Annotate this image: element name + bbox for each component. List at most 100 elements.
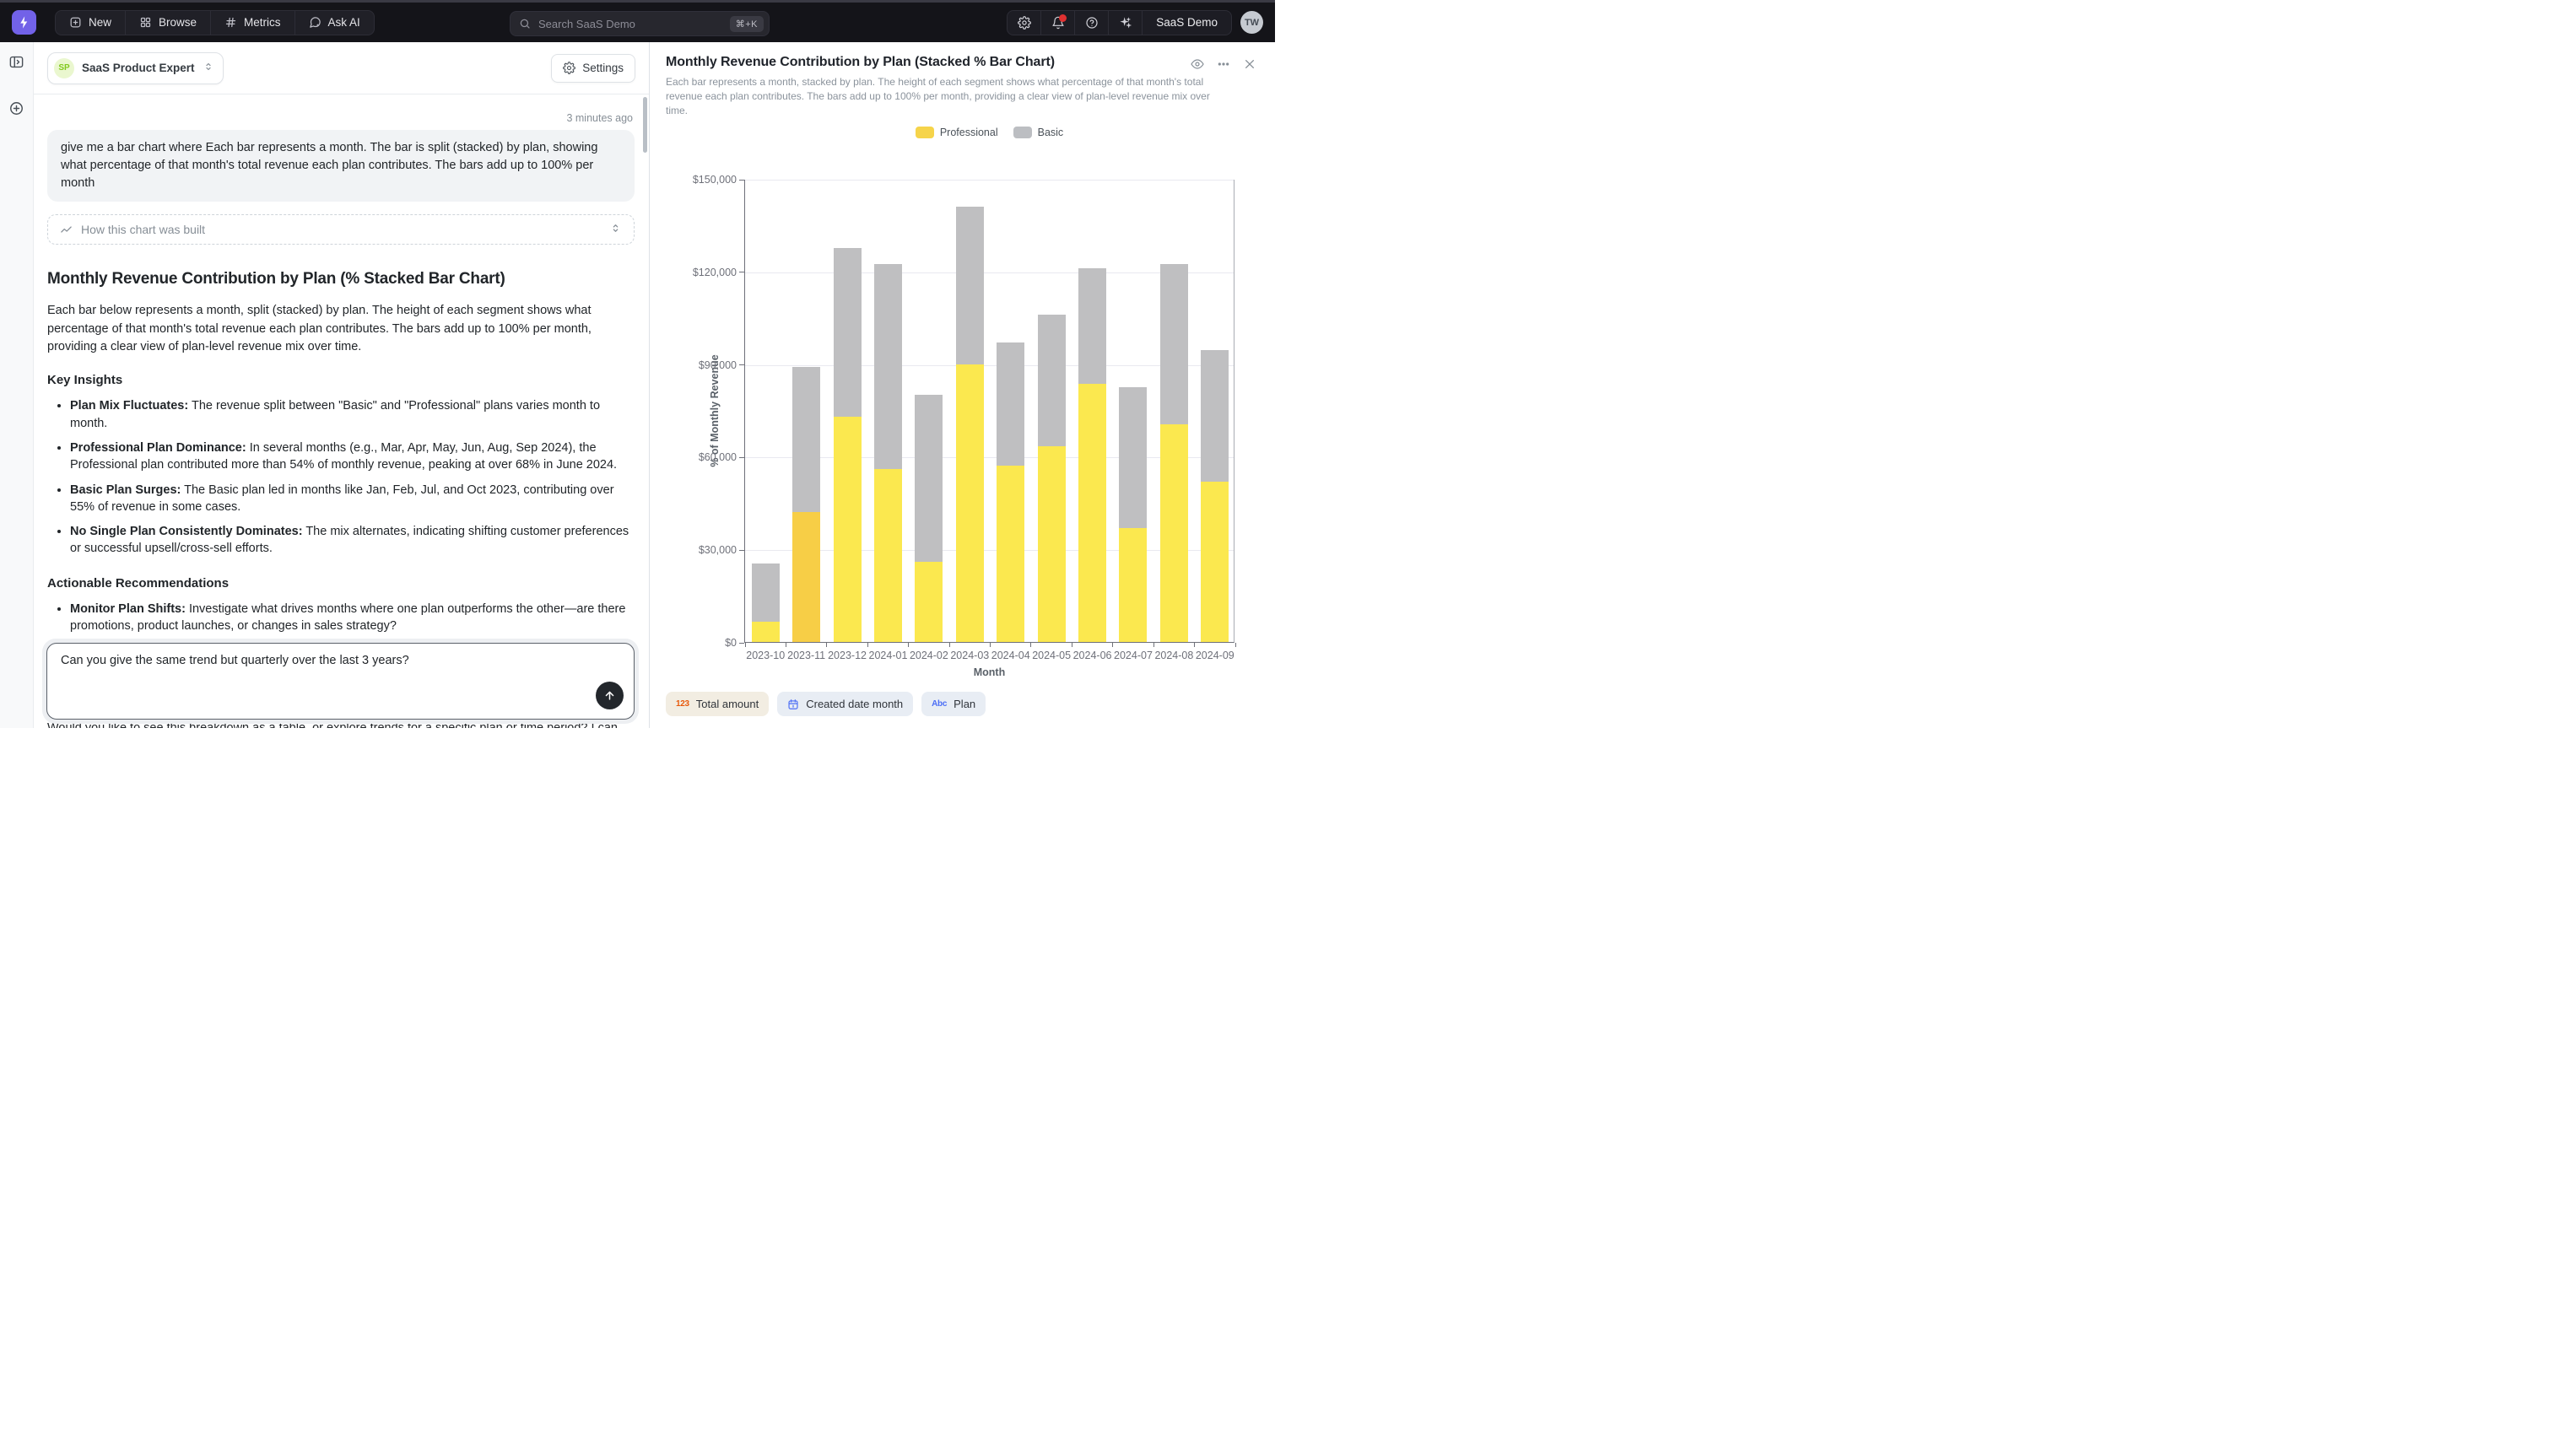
chip-total-amount[interactable]: 123 Total amount	[666, 692, 769, 716]
y-tick-label: $150,000	[669, 173, 737, 186]
more-options-icon[interactable]	[1217, 57, 1230, 71]
search-icon	[519, 18, 531, 30]
nav-button-group: New Browse Metrics Ask AI	[55, 10, 375, 35]
nav-new-button[interactable]: New	[56, 11, 126, 35]
legend-item-professional[interactable]: Professional	[916, 127, 998, 138]
bar-segment-basic[interactable]	[997, 342, 1024, 466]
nav-new-label: New	[89, 16, 111, 29]
bar-segment-professional[interactable]	[834, 417, 862, 642]
bar-segment-professional[interactable]	[1078, 384, 1106, 642]
settings-button[interactable]: Settings	[551, 54, 635, 83]
bar-segment-professional[interactable]	[752, 622, 780, 642]
settings-label: Settings	[582, 62, 624, 74]
bar-segment-professional[interactable]	[956, 364, 984, 642]
bar-2023-12	[834, 180, 862, 642]
bar-segment-basic[interactable]	[874, 264, 902, 469]
new-thread-icon[interactable]	[8, 100, 24, 116]
bar-segment-basic[interactable]	[1201, 350, 1229, 482]
nav-browse-button[interactable]: Browse	[126, 11, 211, 35]
close-icon[interactable]	[1243, 57, 1256, 71]
y-tick-label: $120,000	[669, 266, 737, 279]
y-tick-label: $30,000	[669, 543, 737, 557]
key-insights-list: Plan Mix Fluctuates: The revenue split b…	[47, 397, 635, 557]
chart-plot: 2023-102023-112023-122024-012024-022024-…	[744, 180, 1234, 643]
legend-swatch	[916, 127, 934, 138]
app-logo[interactable]	[12, 10, 36, 35]
answer-bullet: Plan Mix Fluctuates: The revenue split b…	[70, 397, 635, 432]
legend-swatch	[1013, 127, 1032, 138]
bar-segment-professional[interactable]	[874, 469, 902, 642]
bar-2024-02	[915, 180, 943, 642]
chat-scroll-area: 3 minutes ago give me a bar chart where …	[34, 95, 649, 728]
bar-segment-basic[interactable]	[792, 367, 820, 512]
ai-sparkles-button[interactable]	[1109, 11, 1143, 35]
bar-segment-professional[interactable]	[1119, 528, 1147, 642]
y-tick	[739, 643, 744, 644]
bar-segment-professional[interactable]	[997, 466, 1024, 642]
nav-ask-ai-button[interactable]: Ask AI	[295, 11, 374, 35]
agent-avatar: SP	[54, 58, 74, 78]
nav-browse-label: Browse	[159, 16, 197, 29]
user-avatar[interactable]: TW	[1240, 11, 1263, 34]
answer-bullet: No Single Plan Consistently Dominates: T…	[70, 523, 635, 558]
y-tick	[739, 180, 744, 181]
x-tick	[826, 643, 827, 647]
bar-2024-07	[1119, 180, 1147, 642]
help-button[interactable]	[1075, 11, 1109, 35]
text-field-icon: Abc	[932, 699, 947, 709]
answer-intro: Each bar below represents a month, split…	[47, 302, 635, 356]
bar-2024-09	[1201, 180, 1229, 642]
x-tick-label: 2024-09	[1186, 650, 1245, 661]
key-insights-heading: Key Insights	[47, 373, 635, 387]
user-message: give me a bar chart where Each bar repre…	[47, 130, 635, 202]
sidebar-toggle-icon[interactable]	[8, 54, 24, 70]
nav-metrics-label: Metrics	[244, 16, 281, 29]
y-tick	[739, 457, 744, 458]
bar-segment-professional[interactable]	[1201, 482, 1229, 642]
legend-item-basic[interactable]: Basic	[1013, 127, 1064, 138]
main-area: SP SaaS Product Expert Settings 3 minute…	[0, 42, 1275, 728]
eye-icon[interactable]	[1191, 57, 1204, 71]
chart-line-icon	[60, 224, 73, 236]
y-tick-label: $90,000	[669, 359, 737, 372]
bar-segment-basic[interactable]	[1038, 315, 1066, 446]
bar-segment-professional[interactable]	[792, 512, 820, 642]
bar-2024-04	[997, 180, 1024, 642]
chat-scrollbar-thumb[interactable]	[643, 97, 647, 153]
chat-input[interactable]: Can you give the same trend but quarterl…	[46, 643, 635, 720]
search-input[interactable]: Search SaaS Demo ⌘+K	[510, 11, 770, 36]
chart-panel-subtitle: Each bar represents a month, stacked by …	[666, 75, 1223, 118]
bar-segment-professional[interactable]	[915, 562, 943, 642]
bar-segment-professional[interactable]	[1038, 446, 1066, 642]
chevron-up-down-icon	[609, 222, 622, 237]
search-shortcut-badge: ⌘+K	[730, 16, 764, 32]
chip-created-date-month[interactable]: Created date month	[777, 692, 913, 716]
chat-header: SP SaaS Product Expert Settings	[34, 42, 649, 94]
bar-segment-basic[interactable]	[1160, 264, 1188, 424]
chip-plan[interactable]: Abc Plan	[921, 692, 986, 716]
workspace-name[interactable]: SaaS Demo	[1143, 11, 1231, 35]
bar-segment-basic[interactable]	[915, 395, 943, 562]
bar-segment-basic[interactable]	[956, 207, 984, 364]
bar-segment-basic[interactable]	[1078, 268, 1106, 384]
chat-input-wrap: Can you give the same trend but quarterl…	[42, 639, 639, 724]
hash-icon	[224, 16, 237, 29]
arrow-up-icon	[603, 689, 616, 702]
how-chart-built-toggle[interactable]: How this chart was built	[47, 214, 635, 245]
bar-segment-basic[interactable]	[1119, 387, 1147, 528]
notification-dot	[1059, 14, 1067, 22]
settings-gear-button[interactable]	[1008, 11, 1041, 35]
bar-2023-10	[752, 180, 780, 642]
x-axis-title: Month	[744, 666, 1234, 678]
bar-2024-08	[1160, 180, 1188, 642]
agent-selector[interactable]: SP SaaS Product Expert	[47, 52, 224, 84]
x-tick	[867, 643, 868, 647]
bar-segment-basic[interactable]	[752, 564, 780, 623]
bar-segment-basic[interactable]	[834, 248, 862, 416]
notifications-button[interactable]	[1041, 11, 1075, 35]
chevron-up-down-icon	[203, 61, 214, 75]
nav-metrics-button[interactable]: Metrics	[211, 11, 295, 35]
send-button[interactable]	[596, 682, 624, 709]
x-tick	[1235, 643, 1236, 647]
bar-segment-professional[interactable]	[1160, 424, 1188, 642]
